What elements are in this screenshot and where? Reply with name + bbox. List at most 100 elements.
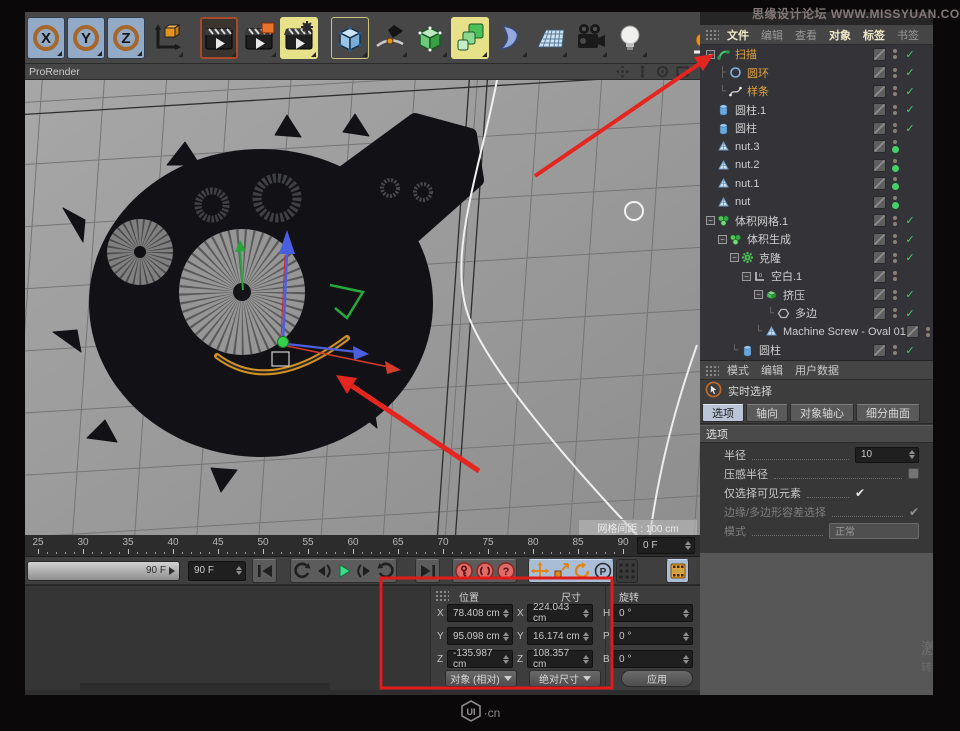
visibility-dots-icon[interactable] <box>889 290 901 300</box>
viewport-canvas[interactable]: 网格间距 : 100 cm <box>25 80 700 535</box>
visibility-dots-icon[interactable] <box>889 253 901 263</box>
layer-toggle-icon[interactable] <box>873 122 886 135</box>
previous-frame-icon[interactable] <box>312 560 333 582</box>
tree-row[interactable]: − 克隆✓ <box>700 249 933 268</box>
tree-row[interactable]: −体积生成✓ <box>700 230 933 249</box>
layer-toggle-icon[interactable] <box>873 103 886 116</box>
record-keyframe-icon[interactable] <box>453 560 474 582</box>
tree-row[interactable]: nut.1 <box>700 175 933 194</box>
tree-row[interactable]: −0空白.1 <box>700 267 933 286</box>
visibility-dots-icon[interactable] <box>889 196 901 209</box>
autokey-icon[interactable] <box>474 560 495 582</box>
axis-z-lock-icon[interactable]: Z <box>107 17 145 59</box>
visibility-dots-icon[interactable] <box>889 345 901 355</box>
om-menu-查看[interactable]: 查看 <box>795 27 817 43</box>
tree-row[interactable]: −体积网格.1✓ <box>700 212 933 231</box>
maximize-icon[interactable] <box>675 64 690 79</box>
timeline-film-icon[interactable] <box>667 560 688 582</box>
axis-y-lock-icon[interactable]: Y <box>67 17 105 59</box>
tree-row[interactable]: └多边✓ <box>700 304 933 323</box>
play-icon[interactable] <box>333 560 354 582</box>
tree-row[interactable]: 圆柱.1✓ <box>700 101 933 120</box>
visibility-dots-icon[interactable] <box>889 49 901 59</box>
end-frame-field[interactable]: 0 F <box>637 537 695 554</box>
current-frame-field[interactable]: 90 F <box>188 561 246 581</box>
layer-toggle-icon[interactable] <box>873 85 886 98</box>
tree-row[interactable]: nut.3 <box>700 138 933 157</box>
visibility-dots-icon[interactable] <box>889 159 901 172</box>
record-position-icon[interactable] <box>529 560 550 582</box>
axis-x-lock-icon[interactable]: X <box>27 17 65 59</box>
subdivision-surface-icon[interactable] <box>411 17 449 59</box>
enable-check-icon[interactable]: ✓ <box>901 85 919 98</box>
checkbox-unchecked[interactable] <box>908 468 919 479</box>
mode-dropdown[interactable]: 绝对尺寸 <box>529 670 601 687</box>
goto-end-icon[interactable] <box>415 559 440 583</box>
tree-row[interactable]: └圆柱✓ <box>700 341 933 360</box>
visibility-dots-icon[interactable] <box>922 327 933 337</box>
visibility-dots-icon[interactable] <box>889 140 901 153</box>
floor-icon[interactable] <box>531 17 569 59</box>
expander-icon[interactable]: − <box>754 290 763 299</box>
checkmark-icon[interactable]: ✔ <box>855 486 919 500</box>
render-settings-icon[interactable] <box>280 17 318 59</box>
record-help-icon[interactable]: ? <box>495 560 516 582</box>
enable-check-icon[interactable]: ✓ <box>901 122 919 135</box>
layer-toggle-icon[interactable] <box>873 307 886 320</box>
coord-value-field[interactable]: 16.174 cm <box>527 627 593 645</box>
coord-value-field[interactable]: 0 ° <box>613 604 693 622</box>
next-frame-icon[interactable] <box>354 560 375 582</box>
next-key-icon[interactable] <box>375 560 396 582</box>
coord-value-field[interactable]: 224.043 cm <box>527 604 593 622</box>
record-pla-icon[interactable] <box>616 559 638 583</box>
coord-value-field[interactable]: -135.987 cm <box>447 650 513 668</box>
tab-对象轴心[interactable]: 对象轴心 <box>790 404 854 422</box>
tree-row[interactable]: └样条✓ <box>700 82 933 101</box>
enable-check-icon[interactable]: ✓ <box>901 214 919 227</box>
timeline-slider[interactable]: 90 F <box>27 561 180 581</box>
spinner-icon[interactable] <box>582 632 592 641</box>
expander-icon[interactable]: − <box>706 50 715 59</box>
spinner-icon[interactable] <box>682 632 692 641</box>
coordinate-system-icon[interactable] <box>147 17 185 59</box>
om-menu-编辑[interactable]: 编辑 <box>761 27 783 43</box>
add-cube-icon[interactable] <box>331 17 369 59</box>
layer-toggle-icon[interactable] <box>873 48 886 61</box>
tree-row[interactable]: 圆柱✓ <box>700 119 933 138</box>
spinner-icon[interactable] <box>582 609 592 618</box>
visibility-dots-icon[interactable] <box>889 68 901 78</box>
spinner-icon[interactable] <box>502 609 512 618</box>
om-menu-对象[interactable]: 对象 <box>829 27 851 43</box>
spinner-icon[interactable] <box>682 655 692 664</box>
panel-grip-icon[interactable] <box>705 365 719 376</box>
spinner-icon[interactable] <box>502 655 512 664</box>
coord-value-field[interactable]: 95.098 cm <box>447 627 513 645</box>
mograph-cloner-icon[interactable] <box>451 17 489 59</box>
visibility-dots-icon[interactable] <box>889 308 901 318</box>
spinner-icon[interactable] <box>502 632 512 641</box>
tree-row[interactable]: nut <box>700 193 933 212</box>
panel-grip-icon[interactable] <box>705 29 719 40</box>
attr-menu-2[interactable]: 用户数据 <box>795 362 839 378</box>
visibility-dots-icon[interactable] <box>889 105 901 115</box>
checkmark-icon[interactable]: ✔ <box>909 505 919 519</box>
layer-toggle-icon[interactable] <box>873 177 886 190</box>
om-menu-书签[interactable]: 书签 <box>897 27 919 43</box>
enable-check-icon[interactable]: ✓ <box>901 66 919 79</box>
timeline-ruler[interactable]: 0 F 2530354045505560657075808590 <box>25 535 700 557</box>
visibility-dots-icon[interactable] <box>889 216 901 226</box>
enable-check-icon[interactable]: ✓ <box>901 251 919 264</box>
expander-icon[interactable]: − <box>742 272 751 281</box>
layer-toggle-icon[interactable] <box>873 196 886 209</box>
pan-icon[interactable] <box>615 64 630 79</box>
panel-grip-icon[interactable] <box>435 590 449 601</box>
layer-toggle-icon[interactable] <box>906 325 919 338</box>
expander-icon[interactable]: − <box>730 253 739 262</box>
spinner-icon[interactable] <box>684 541 694 550</box>
apply-button[interactable]: 应用 <box>621 670 693 687</box>
layer-toggle-icon[interactable] <box>873 251 886 264</box>
tab-细分曲面[interactable]: 细分曲面 <box>856 404 920 422</box>
record-parameter-icon[interactable]: P <box>592 560 613 582</box>
coord-value-field[interactable]: 0 ° <box>613 650 693 668</box>
render-view-icon[interactable] <box>200 17 238 59</box>
